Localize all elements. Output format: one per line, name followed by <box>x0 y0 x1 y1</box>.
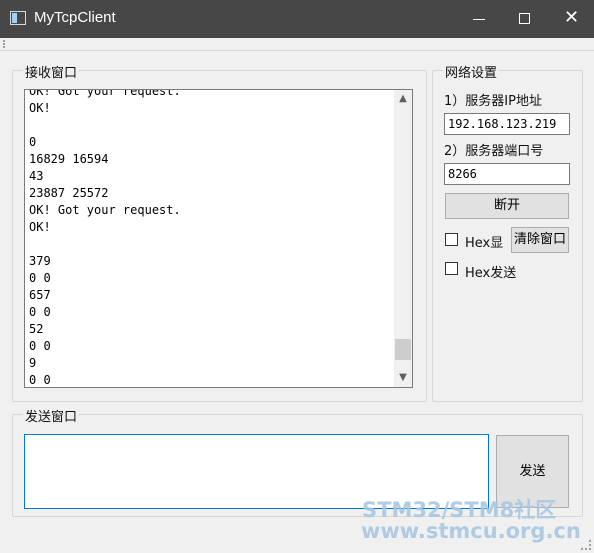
send-group-label: 发送窗口 <box>23 406 80 425</box>
server-ip-label: 1）服务器IP地址 <box>444 94 542 109</box>
server-ip-input[interactable]: 192.168.123.219 <box>444 113 570 135</box>
receive-textarea[interactable]: OK! Got your request. OK! 0 16829 16594 … <box>24 89 413 388</box>
scroll-up-icon[interactable]: ▲ <box>394 90 412 108</box>
hex-send-label: Hex发送 <box>465 266 517 281</box>
scroll-thumb[interactable] <box>395 339 411 360</box>
title-bar: MyTcpClient ✕ <box>0 0 594 38</box>
maximize-icon <box>519 13 530 24</box>
close-button[interactable]: ✕ <box>548 0 594 38</box>
minimize-icon <box>473 19 485 20</box>
resize-grip[interactable] <box>581 540 591 550</box>
network-group-label: 网络设置 <box>443 62 500 81</box>
maximize-button[interactable] <box>502 0 548 38</box>
clear-window-button[interactable]: 清除窗口 <box>511 227 569 253</box>
minimize-button[interactable] <box>456 0 502 38</box>
hex-display-checkbox[interactable] <box>445 233 458 246</box>
toolbar-grip[interactable] <box>3 40 7 48</box>
scroll-down-icon[interactable]: ▼ <box>394 369 412 387</box>
watermark-line-2: www.stmcu.org.cn <box>361 519 581 543</box>
toolbar-divider <box>0 50 594 51</box>
server-port-input[interactable]: 8266 <box>444 163 570 185</box>
receive-scrollbar[interactable]: ▲ ▼ <box>394 90 412 387</box>
disconnect-button[interactable]: 断开 <box>445 193 569 219</box>
close-icon: ✕ <box>564 7 580 28</box>
app-icon <box>10 11 26 25</box>
window-title: MyTcpClient <box>34 9 116 26</box>
hex-display-label: Hex显 <box>465 236 504 251</box>
receive-text: OK! Got your request. OK! 0 16829 16594 … <box>29 89 181 387</box>
server-port-label: 2）服务器端口号 <box>444 144 544 159</box>
receive-group-label: 接收窗口 <box>23 62 80 81</box>
hex-send-checkbox[interactable] <box>445 262 458 275</box>
